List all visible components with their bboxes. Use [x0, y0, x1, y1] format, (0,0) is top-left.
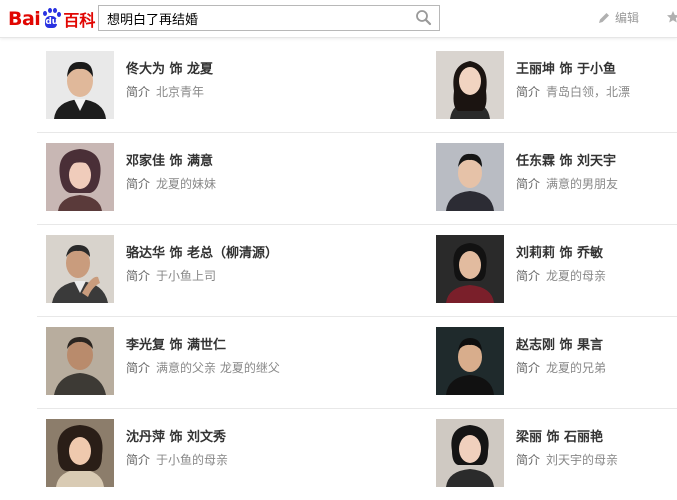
intro-label: 简介 [126, 85, 151, 99]
intro-text: 龙夏的妹妹 [156, 177, 217, 191]
cast-item[interactable]: 赵志刚 饰 果言 简介 龙夏的兄弟 [427, 317, 677, 409]
intro-text: 北京青年 [156, 85, 205, 99]
logo-baike-text: 百科 [63, 11, 96, 30]
actor-photo[interactable] [46, 51, 114, 119]
cast-item[interactable]: 李光复 饰 满世仁 简介 满意的父亲 龙夏的继父 [37, 317, 337, 409]
cast-name[interactable]: 李光复 饰 满世仁 [126, 334, 226, 353]
cast-intro: 简介 青岛白领，北漂 [516, 83, 630, 100]
cast-row: 邓家佳 饰 满意 简介 龙夏的妹妹 任东霖 饰 刘天宇 简介 满意的男朋友 [37, 133, 677, 225]
intro-label: 简介 [516, 85, 541, 99]
cast-name[interactable]: 刘莉莉 饰 乔敏 [516, 242, 603, 261]
top-bar: Bai du 百科 编辑 [0, 0, 677, 38]
intro-label: 简介 [516, 269, 541, 283]
intro-text: 龙夏的兄弟 [546, 361, 607, 375]
cast-row: 佟大为 饰 龙夏 简介 北京青年 王丽坤 饰 于小鱼 简介 青岛白领，北漂 [37, 41, 677, 133]
cast-intro: 简介 北京青年 [126, 83, 204, 100]
logo-text: Bai [8, 8, 41, 30]
cast-item[interactable]: 骆达华 饰 老总（柳清源） 简介 于小鱼上司 [37, 225, 337, 317]
baidu-baike-logo[interactable]: Bai du 百科 [8, 5, 95, 33]
cast-name[interactable]: 任东霖 饰 刘天宇 [516, 150, 616, 169]
intro-label: 简介 [126, 177, 151, 191]
intro-text: 于小鱼的母亲 [156, 453, 229, 467]
cast-item[interactable]: 佟大为 饰 龙夏 简介 北京青年 [37, 41, 337, 133]
cast-name[interactable]: 骆达华 饰 老总（柳清源） [126, 242, 278, 261]
actor-photo[interactable] [436, 235, 504, 303]
intro-label: 简介 [516, 177, 541, 191]
intro-text: 青岛白领，北漂 [546, 85, 631, 99]
actor-photo[interactable] [46, 235, 114, 303]
cast-row: 李光复 饰 满世仁 简介 满意的父亲 龙夏的继父 赵志刚 饰 果言 简介 龙夏的兄弟 [37, 317, 677, 409]
search-input[interactable] [99, 6, 399, 30]
intro-label: 简介 [516, 361, 541, 375]
search-icon[interactable] [413, 8, 435, 28]
cast-item[interactable]: 王丽坤 饰 于小鱼 简介 青岛白领，北漂 [427, 41, 677, 133]
pencil-icon [599, 12, 609, 23]
cast-intro: 简介 龙夏的兄弟 [516, 359, 606, 376]
cast-item[interactable]: 邓家佳 饰 满意 简介 龙夏的妹妹 [37, 133, 337, 225]
paw-icon: du [41, 8, 62, 30]
cast-item[interactable]: 任东霖 饰 刘天宇 简介 满意的男朋友 [427, 133, 677, 225]
edit-label: 编辑 [615, 11, 640, 25]
cast-item[interactable]: 梁丽 饰 石丽艳 简介 刘天宇的母亲 [427, 409, 677, 500]
star-icon[interactable] [666, 10, 677, 24]
cast-name[interactable]: 邓家佳 饰 满意 [126, 150, 213, 169]
intro-text: 于小鱼上司 [156, 269, 217, 283]
actor-photo[interactable] [46, 327, 114, 395]
intro-label: 简介 [126, 361, 151, 375]
intro-text: 满意的父亲 龙夏的继父 [156, 361, 280, 375]
cast-intro: 简介 于小鱼上司 [126, 267, 216, 284]
cast-name[interactable]: 沈丹萍 饰 刘文秀 [126, 426, 226, 445]
cast-intro: 简介 满意的父亲 龙夏的继父 [126, 359, 280, 376]
cast-intro: 简介 满意的男朋友 [516, 175, 618, 192]
edit-button[interactable]: 编辑 [597, 9, 639, 26]
cast-row: 骆达华 饰 老总（柳清源） 简介 于小鱼上司 刘莉莉 饰 乔敏 简介 龙夏的母亲 [37, 225, 677, 317]
actor-photo[interactable] [436, 327, 504, 395]
cast-item[interactable]: 刘莉莉 饰 乔敏 简介 龙夏的母亲 [427, 225, 677, 317]
actor-photo[interactable] [46, 419, 114, 487]
cast-name[interactable]: 佟大为 饰 龙夏 [126, 58, 213, 77]
intro-label: 简介 [126, 269, 151, 283]
cast-intro: 简介 龙夏的妹妹 [126, 175, 216, 192]
cast-intro: 简介 龙夏的母亲 [516, 267, 606, 284]
actor-photo[interactable] [436, 419, 504, 487]
actor-photo[interactable] [436, 51, 504, 119]
cast-name[interactable]: 赵志刚 饰 果言 [516, 334, 603, 353]
actor-photo[interactable] [46, 143, 114, 211]
cast-intro: 简介 刘天宇的母亲 [516, 451, 618, 468]
cast-row: 沈丹萍 饰 刘文秀 简介 于小鱼的母亲 梁丽 饰 石丽艳 简介 刘天宇的母亲 [37, 409, 677, 500]
intro-text: 刘天宇的母亲 [546, 453, 619, 467]
cast-intro: 简介 于小鱼的母亲 [126, 451, 228, 468]
cast-name[interactable]: 梁丽 饰 石丽艳 [516, 426, 603, 445]
intro-text: 满意的男朋友 [546, 177, 619, 191]
actor-photo[interactable] [436, 143, 504, 211]
search-box [98, 5, 440, 31]
intro-text: 龙夏的母亲 [546, 269, 607, 283]
cast-item[interactable]: 沈丹萍 饰 刘文秀 简介 于小鱼的母亲 [37, 409, 337, 500]
cast-name[interactable]: 王丽坤 饰 于小鱼 [516, 58, 616, 77]
intro-label: 简介 [126, 453, 151, 467]
intro-label: 简介 [516, 453, 541, 467]
